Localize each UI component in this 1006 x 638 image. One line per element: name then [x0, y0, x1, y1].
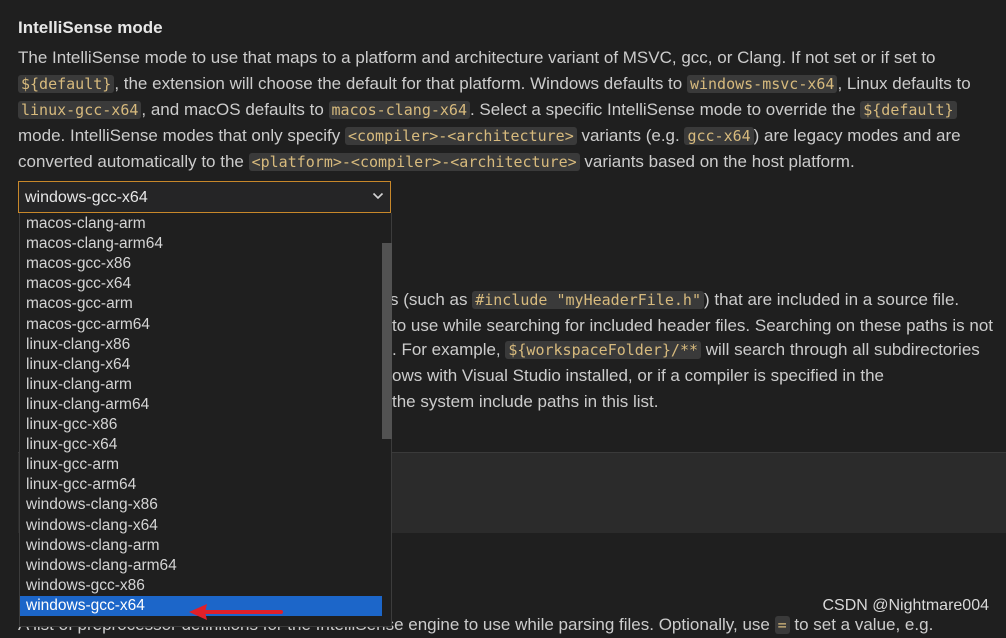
dropdown-option[interactable]: linux-gcc-arm: [20, 455, 382, 475]
text-run: , the extension will choose the default …: [114, 74, 687, 93]
dropdown-option[interactable]: linux-clang-x86: [20, 335, 382, 355]
inline-code: =: [774, 616, 790, 634]
background-line: . For example, ${workspaceFolder}/** wil…: [392, 337, 980, 363]
dropdown-option[interactable]: windows-clang-x86: [20, 495, 382, 515]
dropdown-option[interactable]: windows-gcc-x86: [20, 576, 382, 596]
text-run: The IntelliSense mode to use that maps t…: [18, 48, 936, 67]
setting-title: IntelliSense mode: [18, 18, 163, 37]
watermark: CSDN @Nightmare004: [822, 597, 989, 614]
dropdown-option[interactable]: linux-gcc-x64: [20, 435, 382, 455]
inline-code: ${default}: [18, 75, 115, 93]
dropdown-option[interactable]: linux-clang-x64: [20, 355, 382, 375]
text-run: , and macOS defaults to: [141, 100, 329, 119]
dropdown-option[interactable]: windows-clang-arm: [20, 536, 382, 556]
background-line: the system include paths in this list.: [392, 389, 658, 415]
inline-code: ${default}: [860, 101, 957, 119]
dropdown-option[interactable]: windows-clang-x64: [20, 516, 382, 536]
dropdown-option[interactable]: macos-gcc-x64: [20, 274, 382, 294]
text-run: the system include paths in this list.: [392, 392, 659, 411]
background-line: to use while searching for included head…: [392, 313, 993, 339]
dropdown-option[interactable]: linux-gcc-x86: [20, 415, 382, 435]
text-run: converted automatically to the: [18, 152, 249, 171]
text-run: . For example,: [392, 340, 506, 359]
dropdown-option[interactable]: macos-clang-arm: [20, 214, 382, 234]
inline-code: #include "myHeaderFile.h": [472, 291, 704, 309]
dropdown-option[interactable]: linux-clang-arm: [20, 375, 382, 395]
inline-code: gcc-x64: [684, 127, 754, 145]
inline-code: windows-msvc-x64: [686, 75, 838, 93]
text-run: variants (e.g.: [576, 126, 685, 145]
intellisense-mode-select[interactable]: windows-gcc-x64: [18, 181, 391, 213]
dropdown-scrollbar[interactable]: [382, 243, 392, 439]
text-run: to set a value, e.g.: [789, 615, 934, 634]
dropdown-option[interactable]: windows-clang-arm64: [20, 556, 382, 576]
chevron-down-icon: [372, 192, 384, 200]
dropdown-option[interactable]: macos-gcc-arm64: [20, 315, 382, 335]
text-run: ) that are included in a source file.: [703, 290, 960, 309]
background-line: ows with Visual Studio installed, or if …: [392, 363, 884, 389]
inline-code: linux-gcc-x64: [18, 101, 142, 119]
background-line: iles (such as #include "myHeaderFile.h")…: [373, 287, 959, 313]
description-line: The IntelliSense mode to use that maps t…: [18, 45, 936, 71]
red-arrow-annotation: [189, 604, 283, 620]
select-value: windows-gcc-x64: [25, 189, 148, 206]
text-run: ) are legacy modes and are: [753, 126, 961, 145]
select-dropdown-list[interactable]: macos-clang-arm macos-clang-arm64 macos-gc…: [19, 213, 392, 627]
description-line: mode. IntelliSense modes that only speci…: [18, 123, 961, 149]
dropdown-option[interactable]: macos-gcc-arm: [20, 294, 382, 314]
description-line: converted automatically to the <platform…: [18, 149, 855, 175]
inline-code: macos-clang-x64: [328, 101, 470, 119]
dropdown-option[interactable]: linux-gcc-arm64: [20, 475, 382, 495]
text-run: variants based on the host platform.: [579, 152, 855, 171]
inline-code: <compiler>-<architecture>: [344, 127, 577, 145]
text-run: ows with Visual Studio installed, or if …: [392, 366, 884, 385]
description-line: linux-gcc-x64, and macOS defaults to mac…: [18, 97, 957, 123]
text-run: . Select a specific IntelliSense mode to…: [469, 100, 861, 119]
inline-code: <platform>-<compiler>-<architecture>: [248, 153, 580, 171]
dropdown-option[interactable]: linux-clang-arm64: [20, 395, 382, 415]
text-run: , Linux defaults to: [837, 74, 971, 93]
inline-code: ${workspaceFolder}/**: [505, 341, 702, 359]
description-line: ${default}, the extension will choose th…: [18, 71, 971, 97]
dropdown-option[interactable]: macos-gcc-x86: [20, 254, 382, 274]
text-run: will search through all subdirectories: [701, 340, 980, 359]
text-run: to use while searching for included head…: [392, 316, 994, 335]
dropdown-option[interactable]: macos-clang-arm64: [20, 234, 382, 254]
text-run: mode. IntelliSense modes that only speci…: [18, 126, 345, 145]
